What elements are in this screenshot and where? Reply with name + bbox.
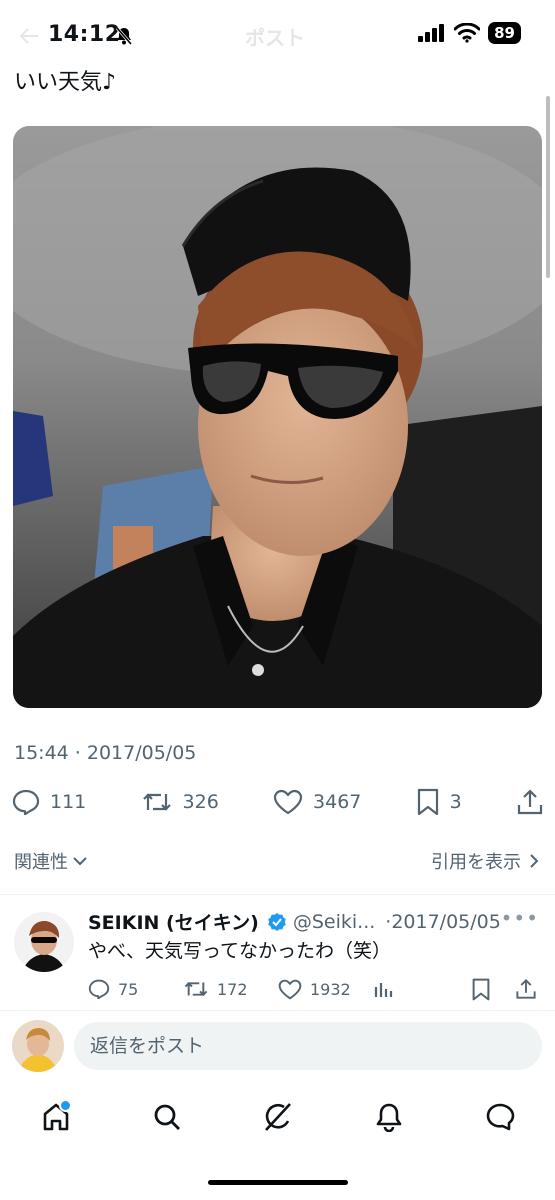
divider xyxy=(0,894,555,895)
user-avatar[interactable] xyxy=(12,1020,64,1072)
message-icon xyxy=(485,1102,515,1132)
more-options-icon[interactable]: ••• xyxy=(501,906,539,930)
wifi-icon xyxy=(454,23,481,43)
reply-repost-button[interactable]: 172 xyxy=(183,979,278,999)
bookmark-button[interactable]: 3 xyxy=(416,788,462,816)
divider xyxy=(0,1010,555,1011)
tab-search[interactable] xyxy=(147,1097,187,1137)
repost-icon xyxy=(183,979,209,999)
share-icon xyxy=(515,978,537,1000)
reply-date: ·2017/05/05 xyxy=(385,910,501,933)
reply-count: 111 xyxy=(50,791,87,813)
signal-icon xyxy=(418,24,446,42)
tab-grok[interactable] xyxy=(258,1097,298,1137)
post-photo[interactable] xyxy=(13,126,542,708)
bell-icon xyxy=(375,1102,403,1132)
bookmark-count: 3 xyxy=(449,791,462,813)
reply-reply-count: 75 xyxy=(118,979,139,999)
view-quotes-link[interactable]: 引用を表示 xyxy=(431,848,539,874)
notification-dot xyxy=(58,1099,72,1112)
view-quotes-label: 引用を表示 xyxy=(431,852,521,873)
status-time: 14:12 xyxy=(48,22,121,47)
post-text: いい天気♪ xyxy=(14,70,117,95)
tab-notifications[interactable] xyxy=(369,1097,409,1137)
reply-reply-button[interactable]: 75 xyxy=(88,979,183,999)
battery-level: 89 xyxy=(488,22,521,44)
verified-badge-icon xyxy=(267,912,287,932)
heart-icon xyxy=(273,789,303,815)
like-button[interactable]: 3467 xyxy=(273,789,361,815)
reply-like-button[interactable]: 1932 xyxy=(278,979,373,1000)
share-button[interactable] xyxy=(516,788,544,816)
chevron-down-icon xyxy=(72,855,88,867)
bookmark-icon xyxy=(416,788,440,816)
reply-repost-count: 172 xyxy=(217,979,248,999)
back-arrow-icon[interactable] xyxy=(18,26,40,46)
reply-views-button[interactable] xyxy=(373,979,471,999)
reply-action-bar: 75 172 1932 xyxy=(88,976,543,1002)
search-icon xyxy=(152,1102,182,1132)
home-indicator xyxy=(208,1180,348,1185)
analytics-icon xyxy=(373,979,393,999)
post-action-bar: 111 326 3467 3 xyxy=(12,784,544,820)
reply-icon xyxy=(12,789,40,815)
reply-like-count: 1932 xyxy=(310,979,351,999)
status-indicators: 89 xyxy=(418,22,521,44)
bottom-tab-bar xyxy=(0,1090,555,1144)
silent-bell-icon xyxy=(114,26,134,46)
tab-home[interactable] xyxy=(36,1097,76,1137)
page-title: ポスト xyxy=(245,26,305,50)
share-icon xyxy=(516,788,544,816)
reply-compose-input[interactable]: 返信をポスト xyxy=(74,1022,542,1070)
reply-share-button[interactable] xyxy=(515,978,537,1000)
grok-icon xyxy=(262,1101,294,1133)
reply-author-name[interactable]: SEIKIN (セイキン) xyxy=(88,908,259,935)
reply-icon xyxy=(88,979,110,999)
like-count: 3467 xyxy=(313,791,362,813)
scrollbar[interactable] xyxy=(546,96,550,278)
repost-count: 326 xyxy=(182,791,219,813)
bookmark-icon xyxy=(471,978,491,1001)
sort-label: 関連性 xyxy=(14,852,68,873)
repost-button[interactable]: 326 xyxy=(141,790,219,814)
reply-button[interactable]: 111 xyxy=(12,789,86,815)
reply-avatar[interactable] xyxy=(14,912,74,972)
post-timestamp: 15:44 · 2017/05/05 xyxy=(14,742,197,764)
reply-header: SEIKIN (セイキン) @Seiki... ·2017/05/05 xyxy=(88,908,501,935)
reply-bookmark-button[interactable] xyxy=(471,978,515,1001)
reply-author-handle: @Seiki... xyxy=(292,910,376,933)
heart-icon xyxy=(278,979,302,1000)
reply-text: やべ、天気写ってなかったわ（笑） xyxy=(88,940,392,962)
chevron-right-icon xyxy=(529,853,539,869)
sort-relevance-dropdown[interactable]: 関連性 xyxy=(14,848,88,874)
tab-messages[interactable] xyxy=(480,1097,520,1137)
repost-icon xyxy=(141,790,173,814)
